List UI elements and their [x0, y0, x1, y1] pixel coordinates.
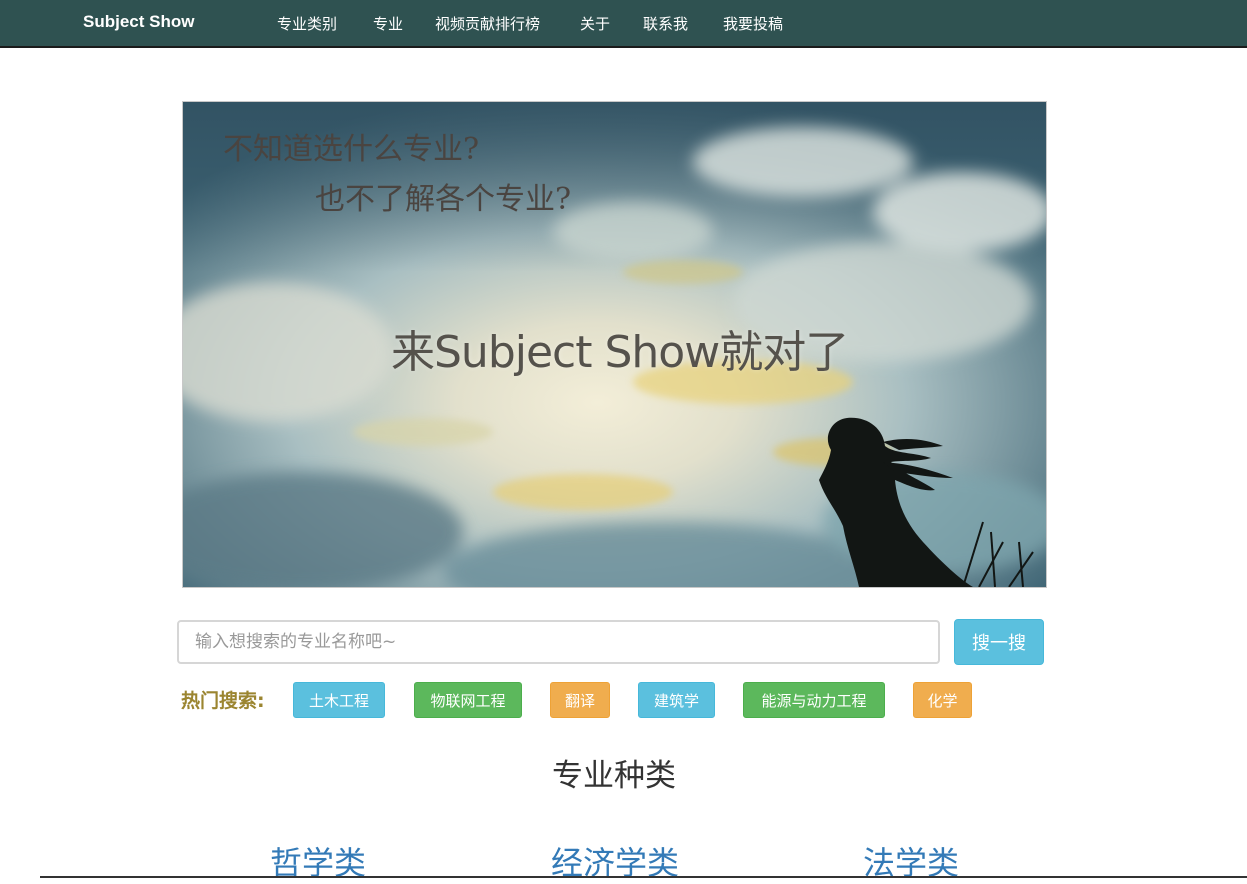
- banner-tagline: 来Subject Show就对了: [391, 327, 849, 378]
- nav-item-about[interactable]: 关于: [580, 13, 610, 34]
- nav-item-video-ranking[interactable]: 视频贡献排行榜: [435, 13, 540, 34]
- nav-item-contact[interactable]: 联系我: [643, 13, 688, 34]
- banner-question-2: 也不了解各个专业?: [315, 182, 572, 217]
- search-button[interactable]: 搜一搜: [954, 619, 1044, 665]
- hot-tag-civil-engineering[interactable]: 土木工程: [293, 682, 385, 718]
- banner-question-1: 不知道选什么专业?: [223, 132, 480, 167]
- hero-banner: 不知道选什么专业? 也不了解各个专业? 来Subject Show就对了: [182, 101, 1047, 588]
- hot-search-label: 热门搜索:: [181, 690, 265, 712]
- nav-item-subject-categories[interactable]: 专业类别: [277, 13, 337, 34]
- nav-item-submit[interactable]: 我要投稿: [723, 13, 783, 34]
- nav-item-subjects[interactable]: 专业: [373, 13, 403, 34]
- brand-link[interactable]: Subject Show: [83, 12, 194, 32]
- hot-tag-architecture[interactable]: 建筑学: [638, 682, 715, 718]
- section-title: 专业种类: [552, 758, 676, 794]
- hot-tag-chemistry[interactable]: 化学: [913, 682, 972, 718]
- search-input[interactable]: [177, 620, 940, 664]
- hot-tag-iot-engineering[interactable]: 物联网工程: [414, 682, 522, 718]
- hot-tag-energy-power-engineering[interactable]: 能源与动力工程: [743, 682, 885, 718]
- top-navbar: Subject Show 专业类别 专业 视频贡献排行榜 关于 联系我 我要投稿: [0, 0, 1247, 48]
- hot-tag-translation[interactable]: 翻译: [550, 682, 610, 718]
